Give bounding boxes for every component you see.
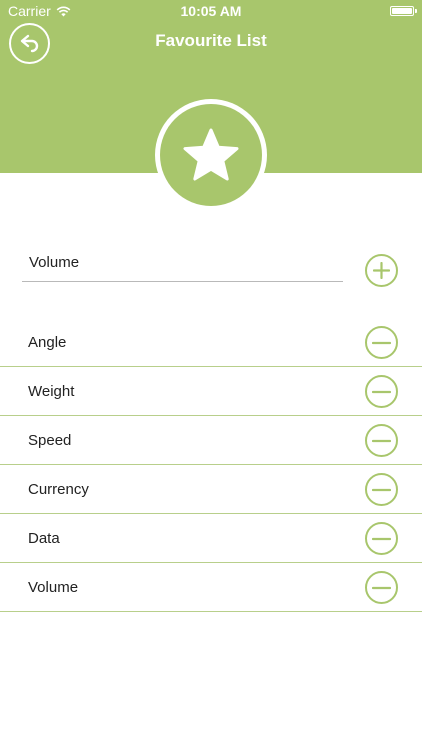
list-item-label: Data (28, 530, 60, 547)
favourite-badge-inner (160, 104, 262, 206)
list-item-label: Angle (28, 334, 67, 351)
unit-input[interactable] (22, 250, 343, 282)
plus-circle-icon (373, 262, 390, 279)
minus-circle-icon (372, 537, 391, 540)
minus-circle-icon (372, 341, 391, 344)
page-title: Favourite List (155, 31, 267, 50)
remove-button[interactable] (365, 424, 398, 457)
minus-circle-icon (372, 488, 391, 491)
add-button[interactable] (365, 254, 398, 287)
favourite-list: Angle Weight Speed Currency Data Volume (0, 318, 422, 612)
star-icon (183, 128, 239, 181)
list-item-label: Speed (28, 432, 72, 449)
list-item-label: Weight (28, 383, 75, 400)
remove-button[interactable] (365, 522, 398, 555)
minus-circle-icon (372, 390, 391, 393)
list-item: Data (0, 514, 422, 563)
list-item: Currency (0, 465, 422, 514)
list-item: Angle (0, 318, 422, 367)
minus-circle-icon (372, 439, 391, 442)
remove-button[interactable] (365, 473, 398, 506)
list-item: Volume (0, 563, 422, 612)
remove-button[interactable] (365, 375, 398, 408)
battery-fill (392, 8, 412, 14)
status-bar: Carrier 10:05 AM (0, 0, 422, 22)
favourite-badge (155, 99, 267, 211)
list-item-label: Volume (28, 579, 79, 596)
remove-button[interactable] (365, 571, 398, 604)
battery-icon (390, 6, 414, 16)
status-time: 10:05 AM (180, 3, 242, 19)
favourite-list-screen: Carrier 10:05 AM Favourite List Volume A… (0, 0, 422, 750)
list-item-label: Currency (28, 481, 89, 498)
battery-tip (415, 9, 417, 13)
minus-circle-icon (372, 586, 391, 589)
add-favourite-row (0, 240, 422, 300)
list-item: Weight (0, 367, 422, 416)
list-item: Speed (0, 416, 422, 465)
remove-button[interactable] (365, 326, 398, 359)
